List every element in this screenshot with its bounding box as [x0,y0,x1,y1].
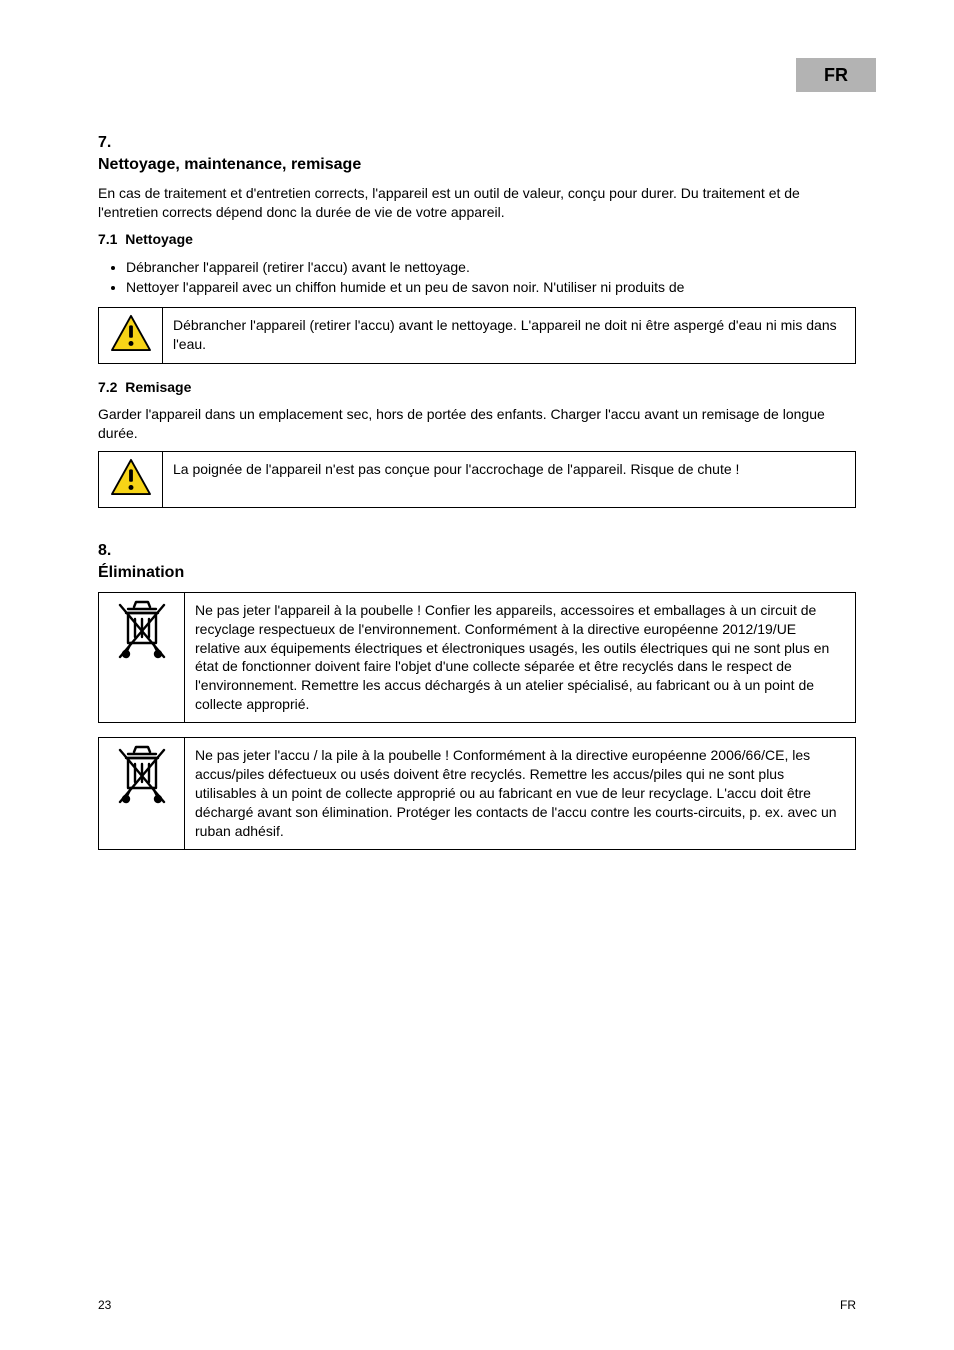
cleaning-warning-text: Débrancher l'appareil (retirer l'accu) a… [163,308,856,364]
section-8-number: 8. [98,542,856,560]
subsection-7-2-heading: 7.2 Remisage [98,378,856,397]
storage-warning-text: La poignée de l'appareil n'est pas conçu… [163,451,856,507]
weee-icon-cell-1 [99,592,185,722]
warning-triangle-icon [110,314,152,352]
footer-language: FR [840,1298,856,1312]
section-7-number: 7. [98,134,856,152]
storage-warning-box: La poignée de l'appareil n'est pas conçu… [98,451,856,508]
warning-triangle-icon [110,458,152,496]
weee-icon-cell-2 [99,738,185,849]
subsection-7-2-title: Remisage [125,379,191,395]
weee-bin-icon [114,599,170,663]
subsection-7-1-heading: 7.1 Nettoyage [98,230,856,249]
storage-paragraph: Garder l'appareil dans un emplacement se… [98,405,856,443]
disposal-device-text: Ne pas jeter l'appareil à la poubelle ! … [185,592,856,722]
disposal-box-battery: Ne pas jeter l'accu / la pile à la poube… [98,737,856,849]
subsection-7-1-number: 7.1 [98,231,117,247]
language-tab: FR [796,58,876,92]
weee-bin-icon [114,744,170,808]
subsection-7-2-number: 7.2 [98,379,117,395]
cleaning-bullet-2: Nettoyer l'appareil avec un chiffon humi… [126,277,856,297]
cleaning-bullet-list: Débrancher l'appareil (retirer l'accu) a… [126,257,856,298]
warning-icon-cell-2 [99,451,163,507]
cleaning-warning-box: Débrancher l'appareil (retirer l'accu) a… [98,307,856,364]
warning-icon-cell [99,308,163,364]
page-footer: 23 FR [98,1298,856,1312]
disposal-box-device: Ne pas jeter l'appareil à la poubelle ! … [98,592,856,723]
language-code: FR [824,65,848,86]
section-8-title: Élimination [98,564,856,582]
disposal-battery-text: Ne pas jeter l'accu / la pile à la poube… [185,738,856,849]
page-number: 23 [98,1298,111,1312]
cleaning-bullet-1: Débrancher l'appareil (retirer l'accu) a… [126,257,856,277]
subsection-7-1-title: Nettoyage [125,231,193,247]
section-7-intro: En cas de traitement et d'entretien corr… [98,184,856,222]
section-7-title: Nettoyage, maintenance, remisage [98,156,856,174]
